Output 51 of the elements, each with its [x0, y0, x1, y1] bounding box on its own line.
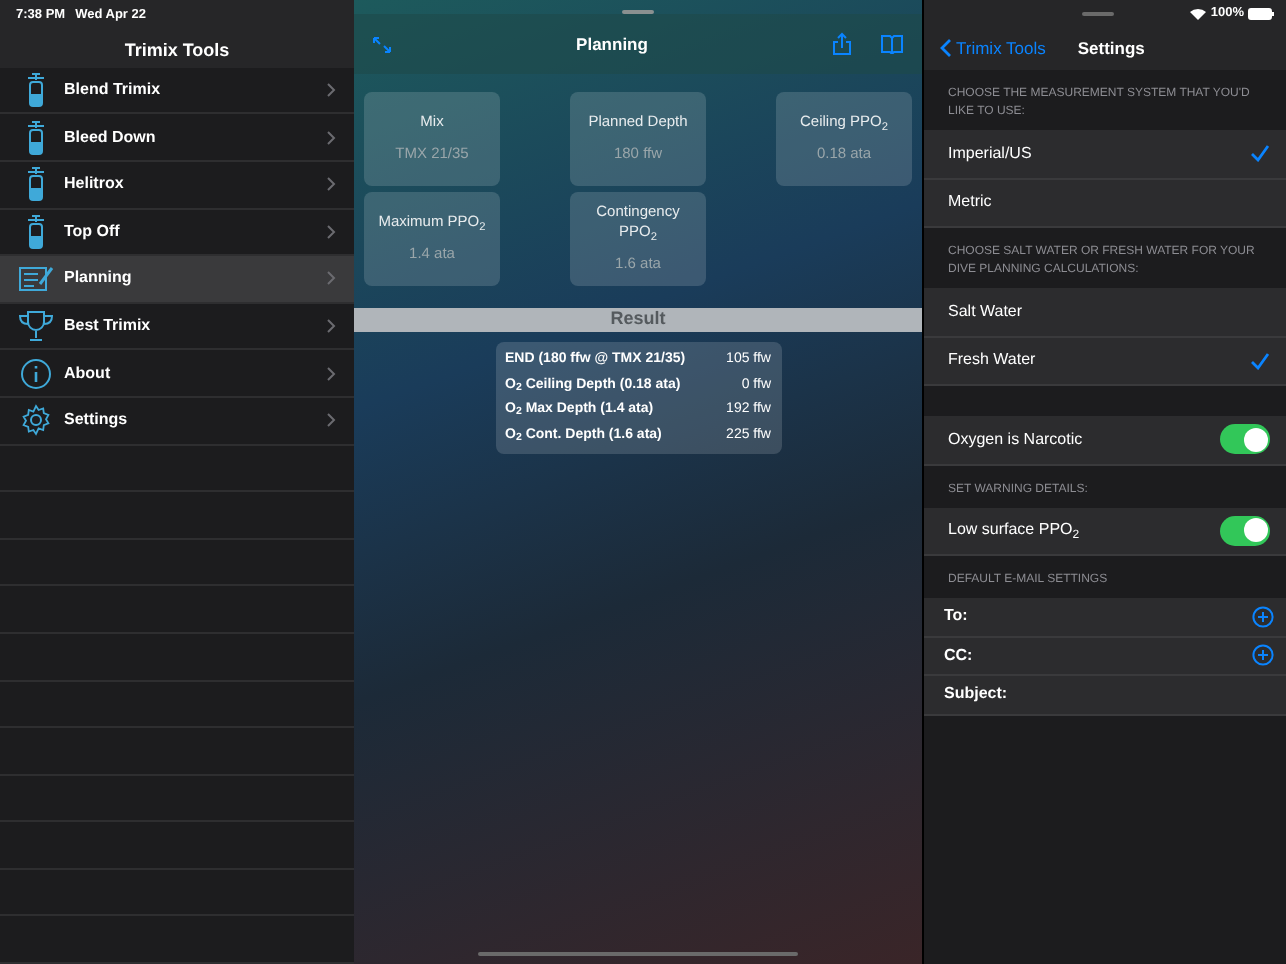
- toggle-switch[interactable]: [1220, 515, 1270, 546]
- screen-title: Planning: [576, 31, 648, 57]
- settings-row[interactable]: Imperial/US: [924, 130, 1286, 179]
- chevron-icon: [326, 412, 336, 429]
- chevron-icon: [326, 270, 336, 287]
- chevron-icon: [326, 176, 336, 193]
- info-icon: [20, 357, 52, 390]
- add-icon[interactable]: [1252, 644, 1274, 667]
- settings-row[interactable]: Fresh Water: [924, 337, 1286, 386]
- settings-row[interactable]: Metric: [924, 179, 1286, 228]
- sidebar-item[interactable]: Best Trimix: [0, 303, 354, 351]
- tank-icon: [24, 213, 48, 250]
- sidebar-item[interactable]: Planning: [0, 256, 354, 304]
- chevron-icon: [326, 82, 336, 99]
- sidebar-item[interactable]: About: [0, 350, 354, 398]
- settings-row[interactable]: Salt Water: [924, 288, 1286, 337]
- checkmark-icon: [1250, 351, 1270, 370]
- chevron-icon: [326, 365, 336, 382]
- add-icon[interactable]: [1252, 605, 1274, 628]
- settings-row[interactable]: CC:: [924, 637, 1286, 676]
- settings-row[interactable]: To:: [924, 598, 1286, 637]
- checkmark-icon: [1250, 144, 1270, 163]
- settings-icon: [20, 404, 52, 437]
- tank-icon: [24, 166, 48, 203]
- settings-row[interactable]: Subject:: [924, 676, 1286, 715]
- battery-icon: [1248, 7, 1274, 20]
- chevron-icon: [326, 129, 336, 146]
- sidebar-item[interactable]: Bleed Down: [0, 114, 354, 162]
- settings-row[interactable]: Low surface PPO$_{2}$: [924, 507, 1286, 556]
- notepad-icon: [18, 264, 54, 293]
- grabber-handle[interactable]: [622, 10, 654, 14]
- book-icon[interactable]: [880, 34, 904, 54]
- grabber-handle[interactable]: [1081, 11, 1114, 16]
- settings-row[interactable]: Oxygen is Narcotic: [924, 416, 1286, 465]
- result-header: Result: [354, 308, 922, 332]
- sidebar-title: Trimix Tools: [124, 37, 230, 64]
- toggle-switch[interactable]: [1220, 424, 1270, 455]
- chevron-icon: [326, 223, 336, 240]
- wifi-icon: [1190, 7, 1207, 20]
- sidebar-item[interactable]: Helitrox: [0, 161, 354, 210]
- back-button[interactable]: Trimix Tools: [940, 35, 1046, 61]
- sidebar-item[interactable]: Blend Trimix: [0, 67, 354, 115]
- expand-icon[interactable]: [372, 35, 392, 53]
- trophy-icon: [18, 310, 54, 343]
- back-chevron-icon: [940, 38, 952, 59]
- tank-icon: [24, 72, 48, 109]
- sidebar-item[interactable]: Settings: [0, 397, 354, 446]
- screen-title: Settings: [1077, 35, 1145, 61]
- chevron-icon: [326, 318, 336, 335]
- tank-icon: [24, 119, 48, 156]
- share-icon[interactable]: [832, 32, 852, 56]
